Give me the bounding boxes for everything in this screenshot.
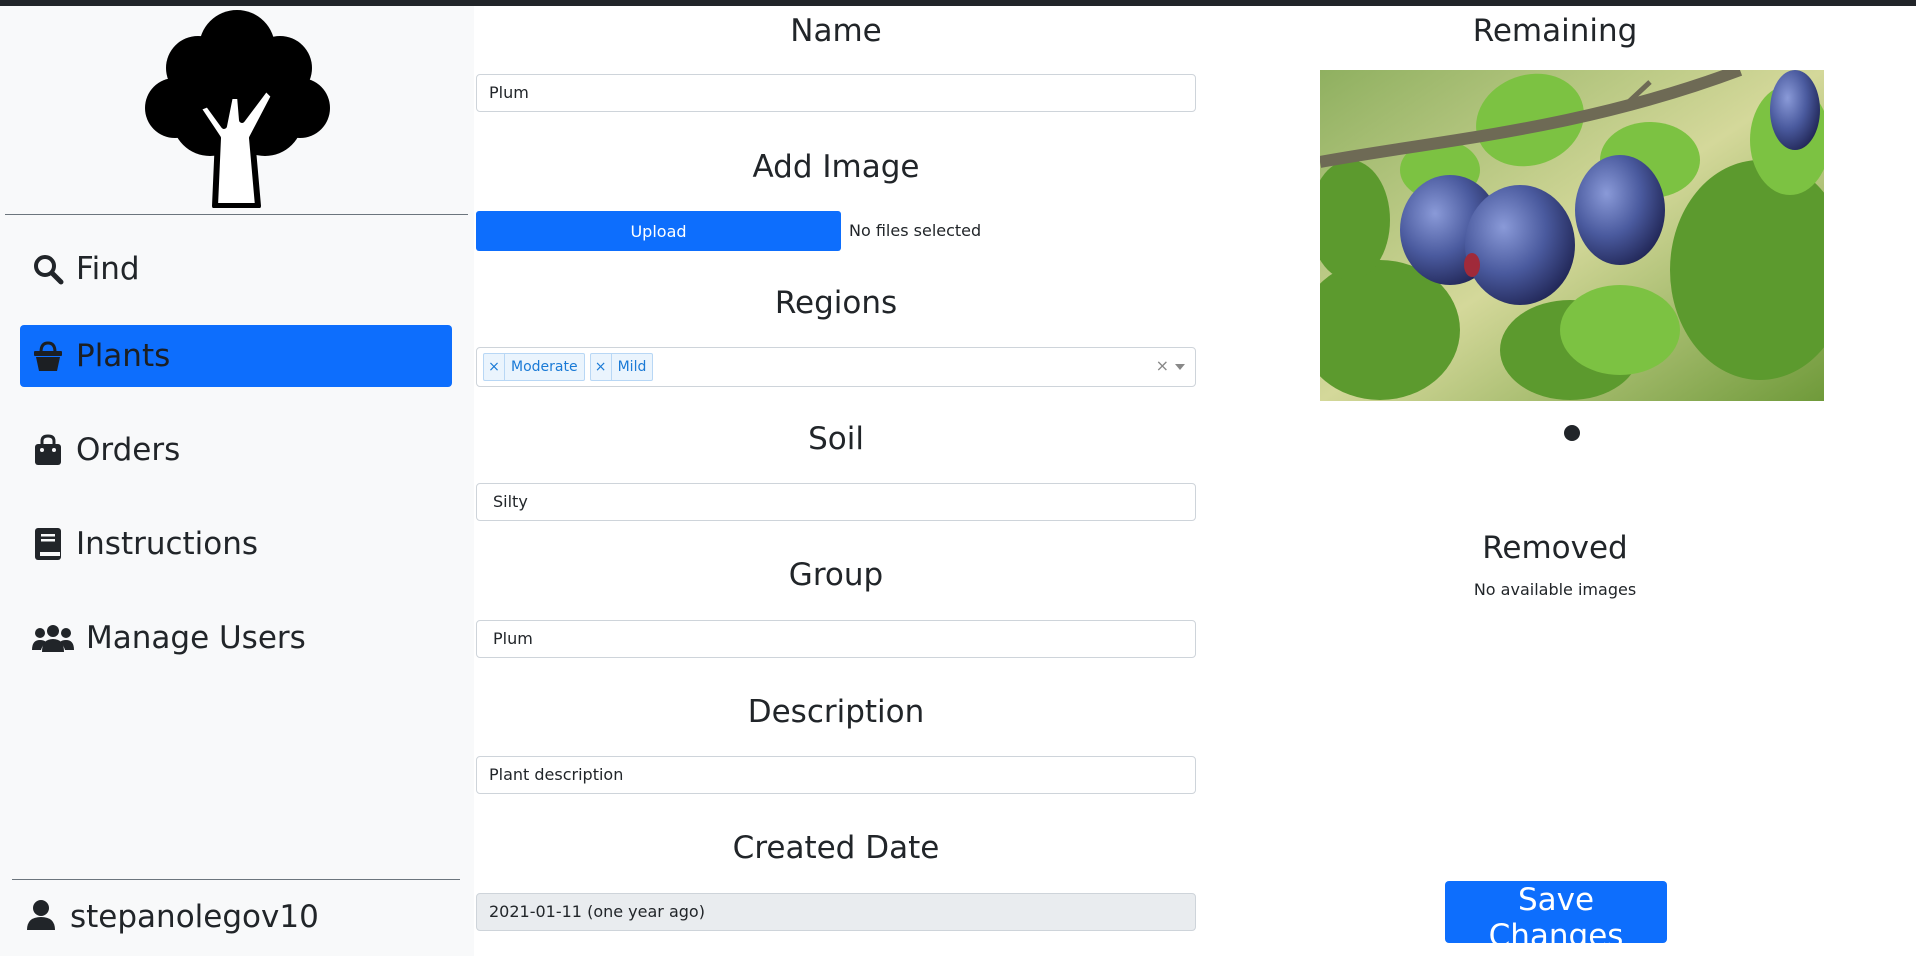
created-date-field: 2021-01-11 (one year ago) <box>476 893 1196 931</box>
users-icon <box>30 620 76 656</box>
region-tag: × Moderate <box>483 353 585 381</box>
remove-tag-icon[interactable]: × <box>484 354 505 380</box>
sidebar-item-label: Find <box>76 251 140 287</box>
search-icon <box>30 251 66 287</box>
user-icon <box>26 899 56 935</box>
region-tag: × Mild <box>589 353 654 381</box>
save-changes-button[interactable]: Save Changes <box>1445 881 1667 954</box>
sidebar-item-label: Plants <box>76 338 171 374</box>
chevron-down-icon[interactable] <box>1175 364 1185 370</box>
name-input[interactable]: Plum <box>476 74 1196 112</box>
book-icon <box>30 526 66 562</box>
shopping-bag-icon <box>30 432 66 468</box>
description-label: Description <box>747 694 925 730</box>
description-input[interactable]: Plant description <box>476 756 1196 794</box>
sidebar-item-orders[interactable]: Orders <box>20 419 452 481</box>
tag-label: Moderate <box>511 359 578 375</box>
sidebar-item-plants[interactable]: Plants <box>20 325 452 387</box>
regions-select[interactable]: × Moderate × Mild × <box>476 347 1196 387</box>
sidebar-item-manage-users[interactable]: Manage Users <box>20 607 452 669</box>
soil-input[interactable]: Silty <box>476 483 1196 521</box>
sidebar-item-label: Orders <box>76 432 181 468</box>
logo-divider <box>5 214 468 215</box>
plant-image[interactable] <box>1320 70 1824 401</box>
upload-button[interactable]: Upload <box>476 211 841 251</box>
user-profile[interactable]: stepanolegov10 <box>26 892 319 942</box>
upload-status: No files selected <box>849 221 982 240</box>
sidebar-item-find[interactable]: Find <box>20 238 452 300</box>
remove-tag-icon[interactable]: × <box>591 354 612 380</box>
name-label: Name <box>790 13 882 49</box>
clear-icon[interactable]: × <box>1156 356 1169 375</box>
tree-logo-icon <box>140 8 335 209</box>
add-image-label: Add Image <box>752 149 920 185</box>
username: stepanolegov10 <box>70 899 319 935</box>
removed-empty-text: No available images <box>1473 580 1637 599</box>
sidebar-item-label: Instructions <box>76 526 259 562</box>
sidebar-item-instructions[interactable]: Instructions <box>20 513 452 575</box>
soil-label: Soil <box>808 421 864 457</box>
sidebar-item-label: Manage Users <box>86 620 306 656</box>
carousel-indicator[interactable] <box>1564 425 1580 441</box>
sidebar: Find Plants Orders Instructions Manage U… <box>0 6 474 956</box>
remaining-title: Remaining <box>1472 13 1638 49</box>
created-date-label: Created Date <box>732 830 940 866</box>
tag-label: Mild <box>617 359 647 375</box>
basket-icon <box>30 338 66 374</box>
group-label: Group <box>788 557 884 593</box>
sidebar-bottom-divider <box>12 879 460 880</box>
regions-label: Regions <box>774 285 898 321</box>
group-input[interactable]: Plum <box>476 620 1196 658</box>
removed-title: Removed <box>1482 530 1628 566</box>
